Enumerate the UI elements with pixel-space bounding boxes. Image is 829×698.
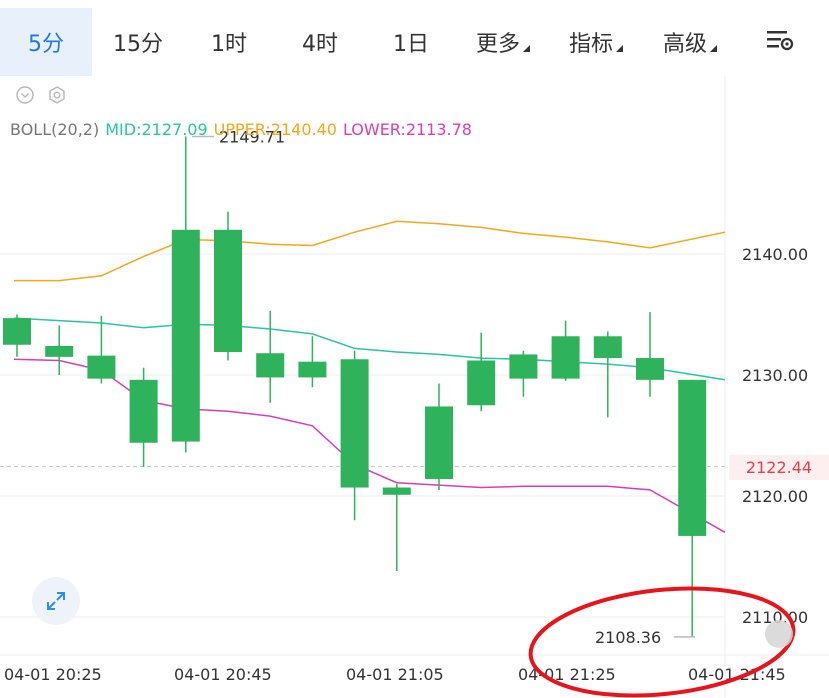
x-tick-label: 04-01 21:25: [518, 665, 616, 684]
tab-label: 指标: [568, 32, 613, 57]
tab-3[interactable]: 4时: [274, 8, 366, 76]
candle-body: [3, 318, 31, 345]
candle-body: [171, 229, 200, 442]
dropdown-caret-icon: [616, 44, 623, 52]
candle-body: [129, 379, 158, 443]
dropdown-caret-icon: [710, 44, 717, 52]
tab-7[interactable]: 高级: [642, 8, 738, 76]
tab-label: 4时: [302, 32, 338, 57]
scroll-back-button: [765, 620, 793, 648]
candle-body: [45, 345, 74, 357]
low-annotation-label: 2108.36: [595, 628, 661, 647]
tab-1[interactable]: 15分: [92, 8, 184, 76]
candle-body: [340, 359, 369, 488]
tab-label: 1时: [211, 32, 247, 57]
tab-2[interactable]: 1时: [184, 8, 274, 76]
dropdown-caret-icon: [523, 44, 530, 52]
collapse-indicator-button[interactable]: [14, 84, 36, 106]
boll-upper-value: UPPER:2140.40: [213, 120, 337, 139]
candle-body: [551, 336, 580, 379]
candle-body: [678, 379, 707, 536]
expand-arrows-icon: [47, 592, 65, 610]
chart-mini-icons: [14, 84, 68, 106]
hexagon-gear-icon: [49, 86, 65, 104]
boll-indicator-name: BOLL(20,2): [10, 120, 100, 139]
chart-canvas[interactable]: 2140.002130.002120.002110.0004-01 20:25 0…: [0, 76, 829, 698]
candle-body: [636, 358, 664, 380]
x-tick-label: 04-01 21:45: [688, 665, 786, 684]
x-tick-label: 04-01 21:05: [346, 665, 444, 684]
candle-body: [509, 354, 538, 379]
candle-body: [298, 361, 327, 378]
candlestick-chart[interactable]: 2140.00 2130.00 2120.00 2110.00 04-01 20:25 0…: [0, 76, 829, 698]
fullscreen-button[interactable]: [32, 577, 80, 625]
boll-lower-value: LOWER:2113.78: [342, 120, 472, 139]
tab-6[interactable]: 指标: [550, 8, 642, 76]
candle-body: [467, 360, 496, 406]
tab-5[interactable]: 更多: [456, 8, 550, 76]
tab-label: 15分: [113, 32, 163, 57]
chart-settings-icon: [767, 31, 794, 51]
tab-label: 更多: [475, 32, 520, 57]
candle-body: [425, 406, 453, 480]
tab-0[interactable]: 5分: [0, 8, 92, 76]
y-tick-label: 2120.00: [742, 487, 808, 506]
current-price-tag: 2122.44: [729, 455, 829, 480]
boll-upper-line: [14, 220, 726, 282]
boll-lower-line: [13, 358, 726, 533]
candle-body: [593, 336, 622, 359]
y-tick-label: 2140.00: [742, 245, 808, 264]
tab-label: 1日: [393, 32, 429, 57]
x-tick-label: 04-01 20:45: [174, 665, 272, 684]
candle-body: [214, 229, 242, 353]
tab-label: 高级: [662, 32, 707, 57]
timeframe-toolbar: 5分 15分 1时 4时 1日 更多 指标 高级: [0, 0, 829, 76]
x-tick-label: 04-01 20:25: [4, 665, 102, 684]
candle-body: [256, 353, 285, 378]
chevron-down-circle-icon: [16, 86, 34, 104]
candle-body: [382, 487, 411, 495]
chart-settings-button[interactable]: [760, 20, 800, 60]
boll-legend: BOLL(20,2) MID:2127.09 UPPER:2140.40 LOWER:…: [10, 120, 478, 139]
boll-mid-value: MID:2127.09: [105, 120, 208, 139]
indicator-settings-button[interactable]: [46, 84, 68, 106]
tab-4[interactable]: 1日: [366, 8, 456, 76]
y-tick-label: 2130.00: [742, 366, 808, 385]
tab-label: 5分: [28, 32, 64, 57]
candle-body: [87, 355, 116, 379]
